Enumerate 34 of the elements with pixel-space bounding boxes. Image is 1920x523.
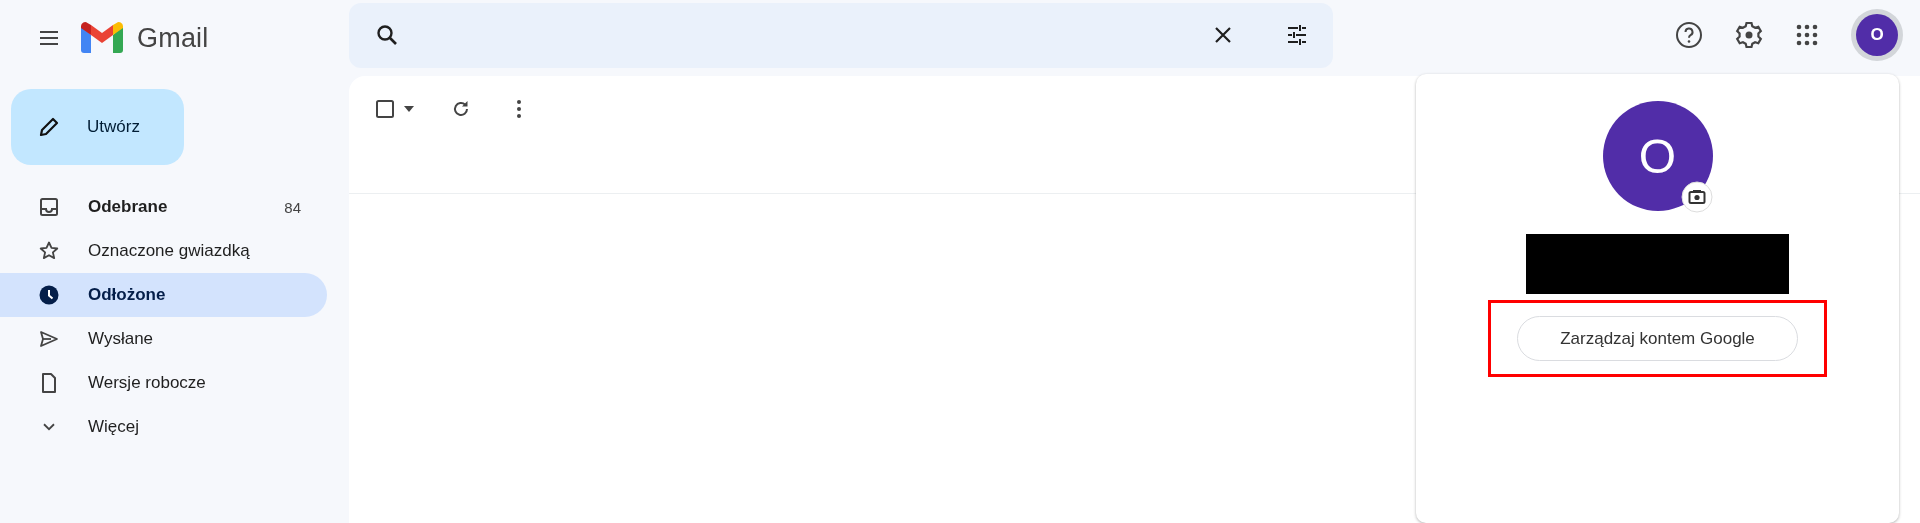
sidebar-item[interactable]: Odłożone <box>0 273 327 317</box>
search-icon[interactable] <box>375 23 399 47</box>
sidebar-label: Wysłane <box>88 329 155 349</box>
sidebar-label: Więcej <box>88 417 140 437</box>
sidebar-item[interactable]: Więcej <box>0 405 327 449</box>
sidebar-item[interactable]: Odebrane 84 <box>0 185 327 229</box>
account-avatar: O <box>1602 101 1713 211</box>
settings-icon[interactable] <box>1735 21 1763 49</box>
search-field[interactable] <box>349 2 1333 68</box>
inbox-icon <box>37 195 61 219</box>
chevron-down-icon <box>43 423 55 431</box>
sidebar-item[interactable]: Wysłane <box>0 317 327 361</box>
sidebar-label: Odebrane <box>88 197 169 217</box>
more-vertical-icon[interactable] <box>516 99 522 119</box>
caret-icon[interactable] <box>403 105 415 113</box>
compose-button[interactable]: Utwórz <box>11 89 184 165</box>
sidebar-item[interactable]: Oznaczone gwiazdką <box>0 229 327 273</box>
pencil-icon <box>37 115 61 139</box>
envelope-logo-icon <box>81 22 123 54</box>
help-icon[interactable] <box>1675 21 1703 49</box>
sidebar-item[interactable]: Wersje robocze <box>0 361 327 405</box>
sidebar-label: Wersje robocze <box>88 373 207 393</box>
app-name: Gmail <box>137 22 209 54</box>
manage-account-button[interactable]: Zarządzaj kontem Google <box>1517 316 1798 361</box>
refresh-icon[interactable] <box>451 99 471 119</box>
account-avatar[interactable]: O <box>1856 14 1898 56</box>
sidebar-label: Oznaczone gwiazdką <box>88 241 251 261</box>
apps-grid-icon[interactable] <box>1795 23 1819 47</box>
unread-count: 84 <box>284 198 301 216</box>
checkbox-icon[interactable] <box>375 99 395 119</box>
camera-icon[interactable] <box>1680 181 1713 213</box>
filter-sliders-icon[interactable] <box>1285 23 1309 47</box>
clock-icon <box>37 283 61 307</box>
sidebar-label: Odłożone <box>88 285 167 305</box>
